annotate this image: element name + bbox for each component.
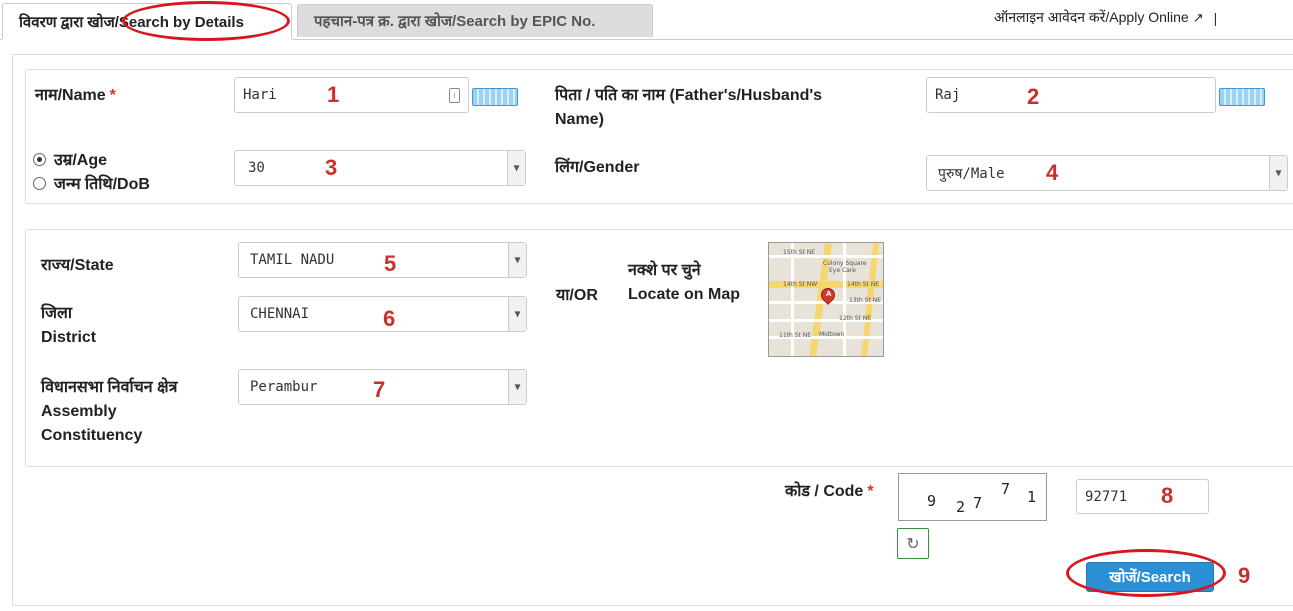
chevron-down-icon: ▼ <box>508 243 526 277</box>
gender-select-value: पुरुष/Male <box>938 165 1005 182</box>
required-mark: * <box>867 483 874 500</box>
annotation-3: 3 <box>325 155 338 180</box>
map-street-label: 15th St NE <box>783 249 816 256</box>
district-label-line1: जिला <box>41 305 73 322</box>
highlight-circle-tab <box>122 1 290 41</box>
tab-divider <box>292 39 1293 40</box>
name-input[interactable]: Hari ⁝ <box>234 77 469 113</box>
state-select-value: TAMIL NADU <box>250 252 335 268</box>
ac-label-line1: विधानसभा निर्वाचन क्षेत्र <box>41 379 178 396</box>
name-label: नाम/Name * <box>35 84 116 108</box>
keyboard-icon[interactable] <box>1219 88 1265 106</box>
age-select-value: 30 <box>248 160 265 176</box>
annotation-1: 1 <box>327 82 340 107</box>
district-label: जिला District <box>41 302 96 350</box>
code-input[interactable]: 92771 <box>1076 479 1209 514</box>
map-street-label: 12th St NE <box>839 315 872 322</box>
annotation-5: 5 <box>384 251 397 276</box>
map-street-label: 13th St NE <box>849 297 882 304</box>
gender-label: लिंग/Gender <box>555 159 640 176</box>
or-label: या/OR <box>556 287 598 304</box>
map-label-line2: Locate on Map <box>628 286 741 303</box>
required-mark: * <box>109 87 116 104</box>
annotation-4: 4 <box>1046 160 1059 185</box>
annotation-2: 2 <box>1027 84 1040 109</box>
state-label: राज्य/State <box>41 257 114 274</box>
name-input-value: Hari <box>243 87 277 103</box>
dob-radio[interactable] <box>33 177 46 190</box>
name-label-text: नाम/Name <box>35 87 106 104</box>
highlight-circle-search <box>1066 549 1226 597</box>
ac-select-value: Perambur <box>250 379 318 395</box>
father-name-label-line2: Name) <box>555 111 604 128</box>
chevron-down-icon: ▼ <box>508 370 526 404</box>
input-method-icon: ⁝ <box>449 88 460 103</box>
father-name-label: पिता / पति का नाम (Father's/Husband's Na… <box>555 84 822 132</box>
tab-divider <box>0 39 2 40</box>
code-label-text: कोड / Code <box>785 483 864 500</box>
captcha-image: 9 2 7 7 1 <box>898 473 1047 521</box>
map-street-label: Eye Care <box>829 267 856 274</box>
keyboard-icon[interactable] <box>472 88 518 106</box>
age-select[interactable]: 30 ▼ <box>234 150 526 186</box>
ac-label-line2: Assembly <box>41 403 117 420</box>
captcha-char: 7 <box>1001 480 1011 498</box>
district-label-line2: District <box>41 329 97 346</box>
locate-on-map-label: नक्शे पर चुने Locate on Map <box>628 259 740 307</box>
separator: | <box>1213 9 1218 26</box>
captcha-char: 1 <box>1027 488 1037 506</box>
map-label-line1: नक्शे पर चुने <box>628 262 701 279</box>
captcha-char: 7 <box>973 494 983 512</box>
father-name-label-line1: पिता / पति का नाम (Father's/Husband's <box>555 87 823 104</box>
state-select[interactable]: TAMIL NADU ▼ <box>238 242 527 278</box>
age-option-label: उम्र/Age <box>54 152 108 169</box>
captcha-char: 2 <box>956 498 966 516</box>
apply-online-label: ऑनलाइन आवेदन करें/Apply Online <box>994 9 1189 25</box>
annotation-6: 6 <box>383 306 396 331</box>
chevron-down-icon: ▼ <box>508 297 526 331</box>
chevron-down-icon: ▼ <box>1269 156 1287 190</box>
annotation-8: 8 <box>1161 483 1174 508</box>
tab-search-by-epic[interactable]: पहचान-पत्र क्र. द्वारा खोज/Search by EPI… <box>297 4 653 37</box>
father-name-input[interactable]: Raj <box>926 77 1216 113</box>
map-street-label: Midtown <box>819 331 845 338</box>
annotation-9: 9 <box>1238 563 1251 588</box>
map-street-label: Colony Square <box>823 260 867 267</box>
dob-option-label: जन्म तिथि/DoB <box>54 176 150 193</box>
external-link-icon: ↗ <box>1192 9 1204 25</box>
refresh-captcha-button[interactable]: ↻ <box>897 528 929 559</box>
code-input-value: 92771 <box>1085 488 1128 505</box>
ac-label-line3: Constituency <box>41 427 143 444</box>
map-thumbnail[interactable]: 15th St NE Colony Square Eye Care 14th S… <box>768 242 884 357</box>
refresh-icon: ↻ <box>906 535 920 553</box>
map-street-label: 14th St NW <box>783 281 818 288</box>
annotation-7: 7 <box>373 377 386 402</box>
apply-online-link[interactable]: ऑनलाइन आवेदन करें/Apply Online ↗ | <box>994 8 1217 27</box>
father-name-input-value: Raj <box>935 87 961 103</box>
map-pin-label: A <box>826 290 832 298</box>
age-radio[interactable] <box>33 153 46 166</box>
map-street-label: 11th St NE <box>779 332 812 339</box>
captcha-char: 9 <box>927 492 937 510</box>
map-road <box>791 243 794 356</box>
district-select-value: CHENNAI <box>250 306 310 322</box>
gender-select[interactable]: पुरुष/Male ▼ <box>926 155 1288 191</box>
map-street-label: 14th St NE <box>847 281 880 288</box>
assembly-constituency-label: विधानसभा निर्वाचन क्षेत्र Assembly Const… <box>41 376 177 448</box>
chevron-down-icon: ▼ <box>507 151 525 185</box>
code-label: कोड / Code * <box>785 480 874 504</box>
